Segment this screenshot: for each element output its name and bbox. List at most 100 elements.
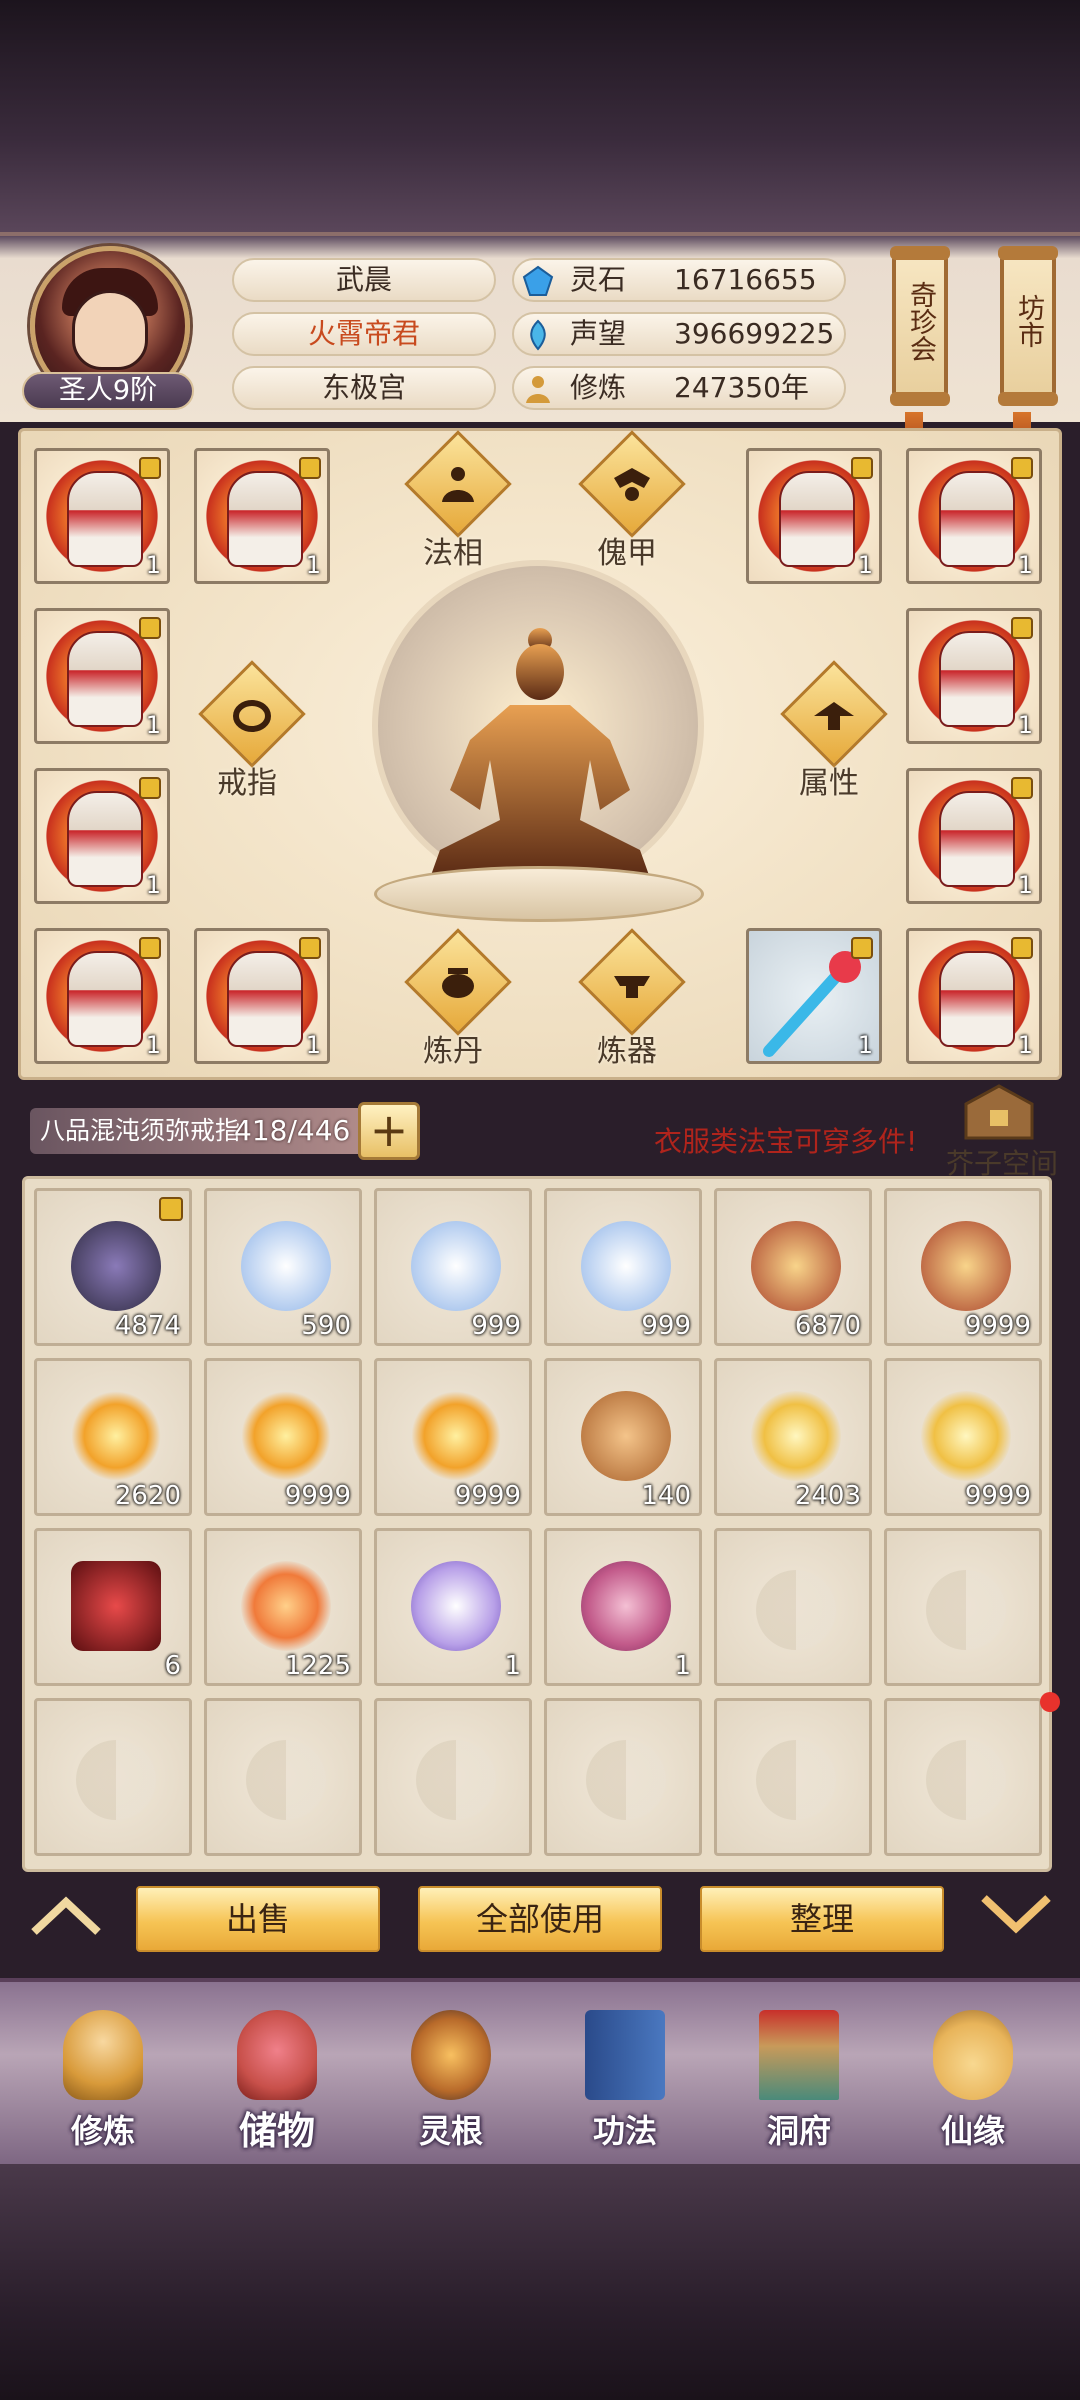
fa-xiang-button[interactable]: 法相 [378,430,528,576]
use-all-button[interactable]: 全部使用 [418,1886,662,1952]
sell-button[interactable]: 出售 [136,1886,380,1952]
inventory-slot[interactable]: 9999 [884,1358,1042,1516]
equipment-slot[interactable]: 1 [906,928,1042,1064]
top-band [0,0,1080,232]
equipment-slot[interactable]: 1 [194,448,330,584]
reputation-resource[interactable]: 声望 396699225 [512,312,846,356]
cultivation-resource[interactable]: 修炼 247350年 [512,366,846,410]
bottom-band [0,2160,1080,2400]
ore-item-icon [71,1221,161,1311]
treasure-fair-label: 奇珍会 [905,280,936,362]
empty-inventory-slot[interactable] [714,1698,872,1856]
ring-label: 戒指 [217,766,277,801]
item-count: 9999 [964,1311,1031,1341]
resource-label: 声望 [570,317,627,350]
robe-item-icon [227,951,303,1047]
alchemy-button[interactable]: 炼丹 [378,928,528,1074]
lock-icon [1011,617,1033,639]
lock-icon [159,1197,183,1221]
inventory-slot[interactable]: 6 [34,1528,192,1686]
item-count: 1 [674,1651,691,1681]
cauldron-icon [442,968,474,998]
empty-inventory-slot[interactable] [714,1528,872,1686]
equipment-slot[interactable]: 1 [194,928,330,1064]
avatar-face [72,290,148,370]
lock-icon [139,457,161,479]
nav-techniques[interactable]: 功法 [550,2000,700,2160]
ring-button[interactable]: 戒指 [172,660,322,806]
nav-spirit-root[interactable]: 灵根 [376,2000,526,2160]
fa-xiang-label: 法相 [423,536,483,571]
nav-label: 储物 [238,2109,315,2153]
inventory-slot[interactable]: 9999 [374,1358,532,1516]
anvil-icon [614,976,650,998]
empty-inventory-slot[interactable] [204,1698,362,1856]
equipment-slot[interactable]: 1 [34,448,170,584]
inventory-slot[interactable]: 9999 [884,1188,1042,1346]
rank-badge: 圣人9阶 [22,372,194,410]
spirit-stone-resource[interactable]: 灵石 16716655 [512,258,846,302]
empty-inventory-slot[interactable] [884,1528,1042,1686]
empty-inventory-slot[interactable] [544,1698,702,1856]
attributes-button[interactable]: 属性 [754,660,904,806]
player-title[interactable]: 火霄帝君 [232,312,496,356]
fire-drop-item-icon [71,1391,161,1481]
inventory-slot[interactable]: 6870 [714,1188,872,1346]
lock-icon [1011,777,1033,799]
nav-immortal-fate[interactable]: 仙缘 [898,2000,1048,2160]
inventory-slot[interactable]: 9999 [204,1358,362,1516]
item-count: 1 [1017,1031,1033,1059]
item-count: 1 [305,551,321,579]
treasure-fair-button[interactable]: 奇珍会 [890,246,950,406]
nav-cultivation[interactable]: 修炼 [28,2000,178,2160]
chevron-up-icon[interactable] [26,1890,106,1940]
inventory-slot[interactable]: 1225 [204,1528,362,1686]
pouch-icon [237,2010,317,2100]
inventory-slot[interactable]: 2620 [34,1358,192,1516]
equipment-slot[interactable]: 1 [34,608,170,744]
equipment-slot[interactable]: 1 [746,928,882,1064]
monk-icon [63,2010,143,2100]
hat-icon [814,702,854,730]
nav-storage[interactable]: 储物 [202,2000,352,2160]
market-button[interactable]: 坊市 [998,246,1058,406]
equipment-slot[interactable]: 1 [906,608,1042,744]
player-faction[interactable]: 东极宫 [232,366,496,410]
equipment-slot[interactable]: 1 [906,768,1042,904]
empty-inventory-slot[interactable] [374,1698,532,1856]
equipment-slot[interactable]: 1 [906,448,1042,584]
inventory-slot[interactable]: 1 [374,1528,532,1686]
item-count: 1 [1017,551,1033,579]
lotus-platform [374,866,704,922]
equipment-slot[interactable]: 1 [34,928,170,1064]
expand-bag-button[interactable]: + [358,1102,420,1160]
kui-jia-label: 傀甲 [597,536,657,571]
lock-icon [299,457,321,479]
kui-jia-button[interactable]: 傀甲 [552,430,702,576]
lock-icon [1011,457,1033,479]
chest-icon[interactable] [960,1082,1038,1144]
robe-item-icon [67,471,143,567]
inventory-slot[interactable]: 1 [544,1528,702,1686]
forging-button[interactable]: 炼器 [552,928,702,1074]
item-count: 1225 [284,1651,351,1681]
resource-label: 修炼 [570,371,627,404]
item-count: 590 [301,1311,351,1341]
inventory-slot[interactable]: 999 [544,1188,702,1346]
equipment-slot[interactable]: 1 [34,768,170,904]
nav-cave-dwelling[interactable]: 洞府 [724,2000,874,2160]
inventory-slot[interactable]: 999 [374,1188,532,1346]
resource-label: 灵石 [570,263,627,296]
sort-button[interactable]: 整理 [700,1886,944,1952]
inventory-slot[interactable]: 140 [544,1358,702,1516]
yin-yang-icon [416,1740,496,1820]
empty-inventory-slot[interactable] [34,1698,192,1856]
inventory-slot[interactable]: 590 [204,1188,362,1346]
chevron-down-icon[interactable] [976,1890,1056,1940]
inventory-slot[interactable]: 2403 [714,1358,872,1516]
nav-label: 仙缘 [940,2112,1005,2150]
empty-inventory-slot[interactable] [884,1698,1042,1856]
scroll-cap [998,246,1058,260]
inventory-slot[interactable]: 4874 [34,1188,192,1346]
equipment-slot[interactable]: 1 [746,448,882,584]
